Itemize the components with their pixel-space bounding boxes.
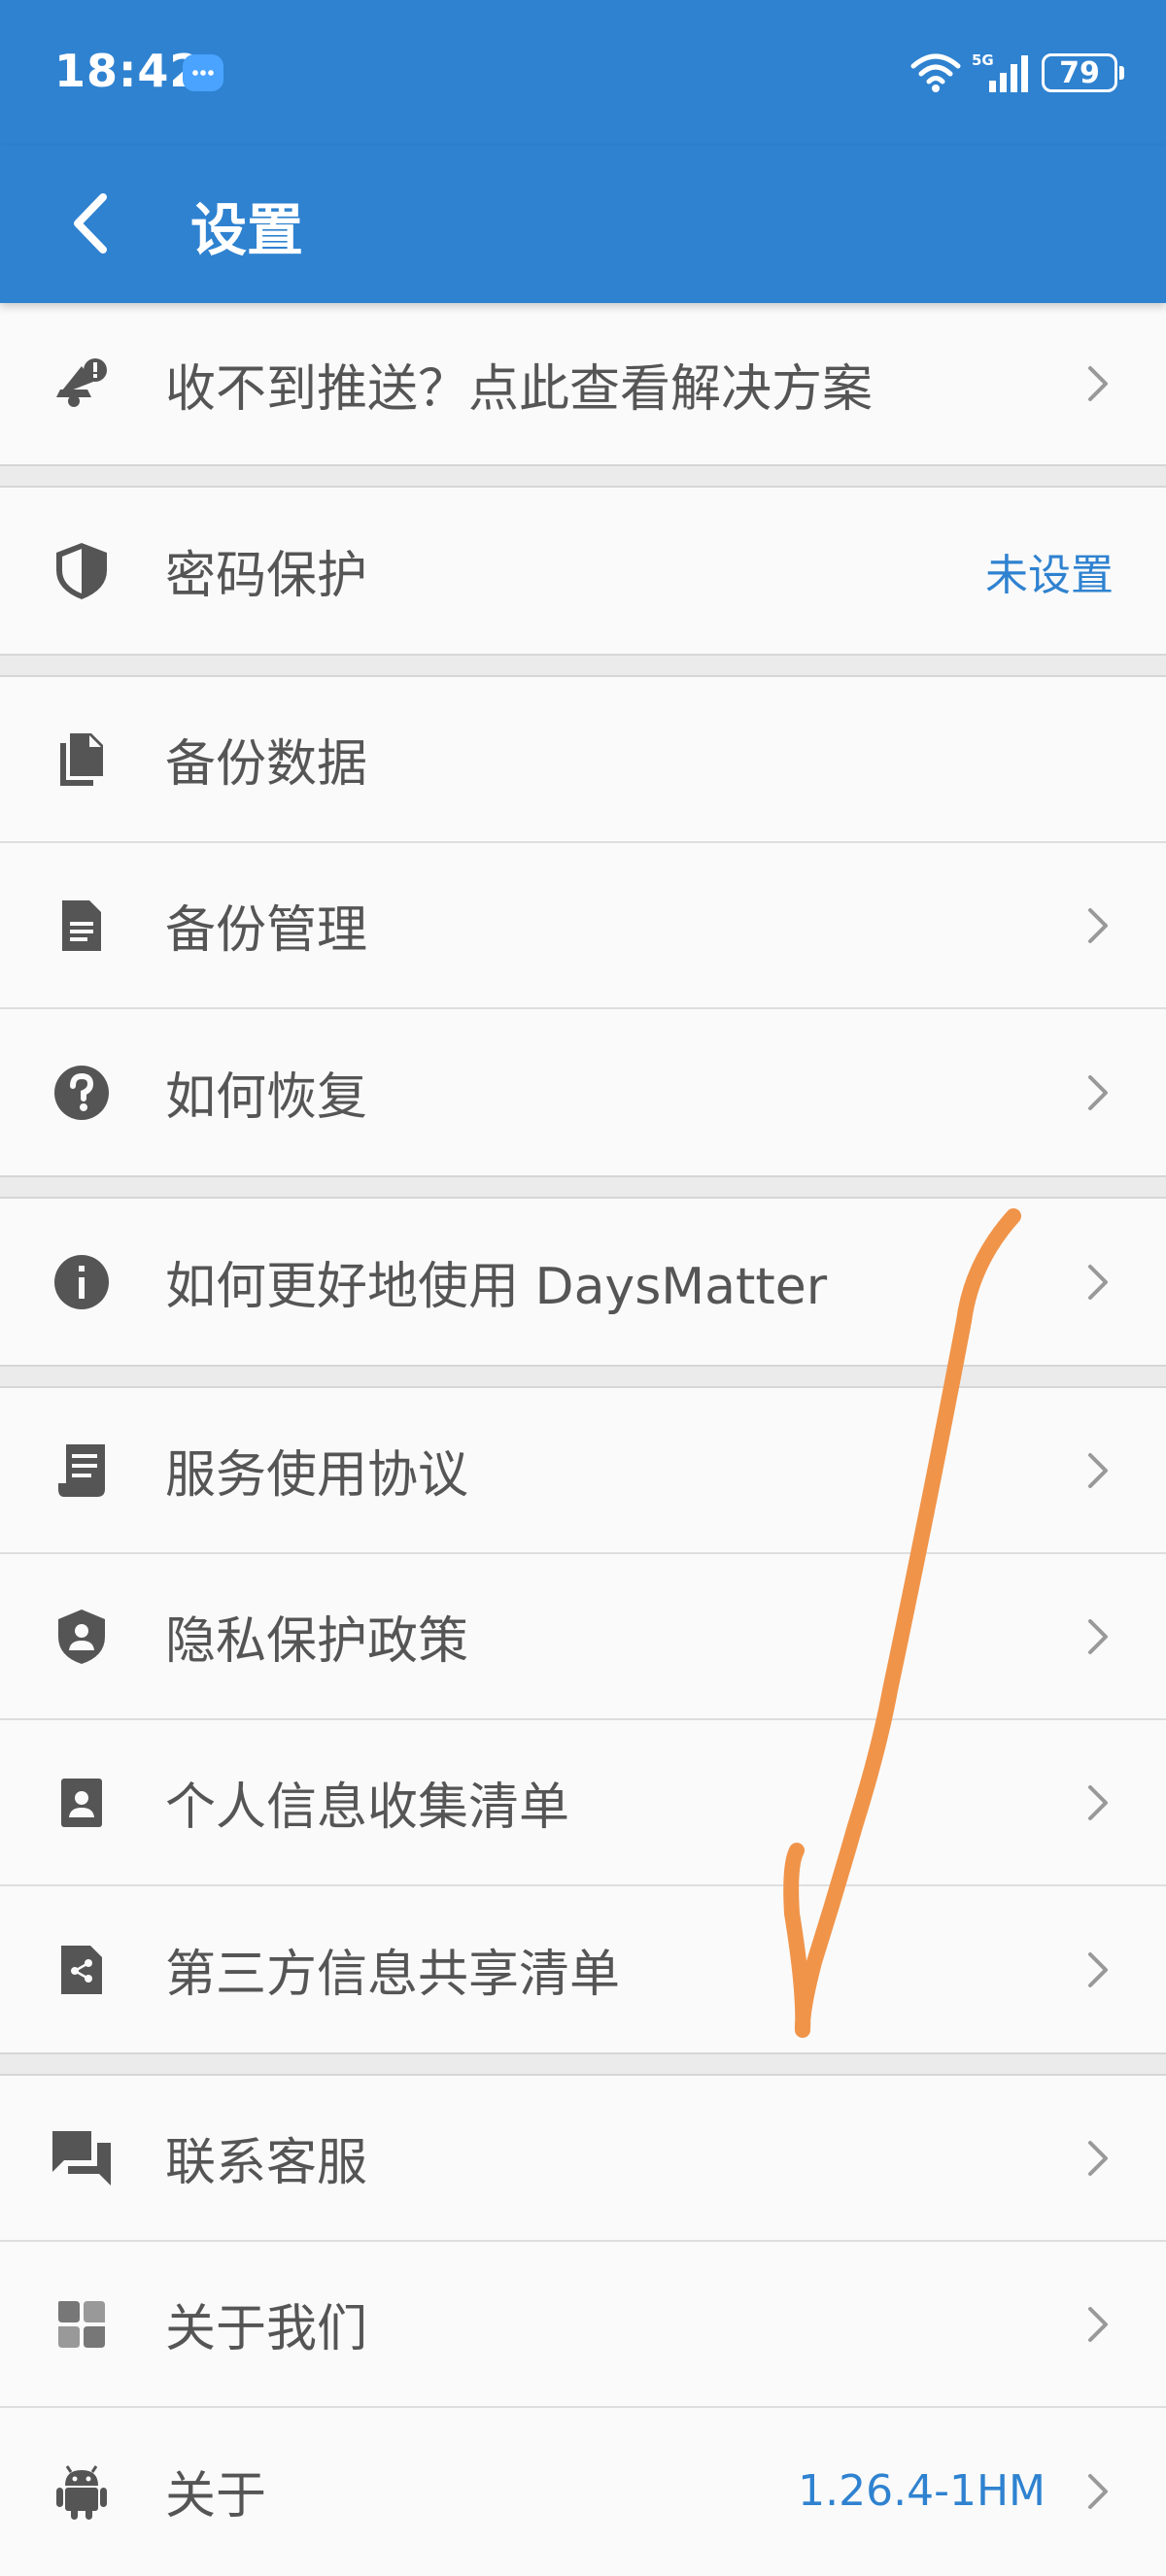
back-button[interactable] — [51, 175, 128, 272]
help-icon — [51, 1062, 113, 1124]
settings-group-push: 收不到推送？点此查看解决方案 — [0, 303, 1166, 464]
group-divider — [0, 1175, 1166, 1199]
battery-level: 79 — [1059, 55, 1100, 90]
chevron-right-icon — [1088, 366, 1108, 401]
settings-group-about: 联系客服 关于我们 关于 1.26.4-1HM — [0, 2076, 1166, 2574]
settings-item-label: 收不到推送？点此查看解决方案 — [165, 359, 874, 419]
app-version-value: 1.26.4-1HM — [798, 2466, 1046, 2516]
settings-item-label: 关于 — [165, 2467, 267, 2525]
settings-item-label: 密码保护 — [165, 547, 368, 605]
shield-icon — [51, 540, 113, 602]
settings-item-backup-manage[interactable]: 备份管理 — [0, 843, 1166, 1009]
info-icon — [51, 1251, 113, 1313]
settings-item-label: 个人信息收集清单 — [165, 1779, 570, 1837]
settings-item-privacy-policy[interactable]: 隐私保护政策 — [0, 1554, 1166, 1720]
group-divider — [0, 1365, 1166, 1388]
bell-alert-icon — [51, 353, 113, 415]
settings-item-label: 如何恢复 — [165, 1068, 368, 1127]
password-status-value: 未设置 — [985, 550, 1114, 600]
status-indicators: 5G 79 — [909, 49, 1124, 97]
settings-item-usage-guide[interactable]: 如何更好地使用 DaysMatter — [0, 1199, 1166, 1365]
share-icon — [51, 1939, 113, 2001]
settings-item-label: 备份管理 — [165, 901, 368, 960]
settings-item-label: 隐私保护政策 — [165, 1612, 469, 1671]
settings-list: 收不到推送？点此查看解决方案 密码保护 未设置 备份数据 备份管理 如何恢复 如… — [0, 303, 1166, 2574]
settings-item-label: 备份数据 — [165, 735, 368, 794]
document-icon — [51, 895, 113, 957]
settings-item-push-help[interactable]: 收不到推送？点此查看解决方案 — [0, 303, 1166, 464]
contact-card-icon — [51, 1772, 113, 1834]
settings-item-password[interactable]: 密码保护 未设置 — [0, 488, 1166, 654]
settings-item-label: 服务使用协议 — [165, 1446, 469, 1505]
settings-item-about[interactable]: 关于 1.26.4-1HM — [0, 2408, 1166, 2574]
settings-group-legal: 服务使用协议 隐私保护政策 个人信息收集清单 第三方信息共享清单 — [0, 1388, 1166, 2052]
settings-group-backup: 备份数据 备份管理 如何恢复 — [0, 677, 1166, 1175]
chat-icon — [51, 2127, 113, 2189]
chevron-right-icon — [1088, 2306, 1108, 2342]
group-divider — [0, 654, 1166, 677]
status-time: 18:42 — [54, 45, 202, 97]
app-bar: 设置 — [0, 146, 1166, 303]
settings-item-label: 第三方信息共享清单 — [165, 1946, 621, 2004]
receipt-icon — [51, 1440, 113, 1502]
settings-item-third-party-sharing[interactable]: 第三方信息共享清单 — [0, 1886, 1166, 2052]
chevron-right-icon — [1088, 1618, 1108, 1654]
settings-group-password: 密码保护 未设置 — [0, 488, 1166, 654]
settings-item-contact-support[interactable]: 联系客服 — [0, 2076, 1166, 2242]
back-arrow-icon — [74, 193, 107, 254]
shield-person-icon — [51, 1606, 113, 1668]
battery-indicator: 79 — [1042, 53, 1124, 92]
clover-icon — [51, 2293, 113, 2356]
settings-group-guide: 如何更好地使用 DaysMatter — [0, 1199, 1166, 1365]
settings-item-how-to-restore[interactable]: 如何恢复 — [0, 1009, 1166, 1175]
group-divider — [0, 464, 1166, 488]
chevron-right-icon — [1088, 1951, 1108, 1987]
settings-item-service-agreement[interactable]: 服务使用协议 — [0, 1388, 1166, 1554]
chevron-right-icon — [1088, 2140, 1108, 2176]
chevron-right-icon — [1088, 1074, 1108, 1110]
android-icon — [51, 2460, 113, 2523]
status-bar: 18:42 5G 79 — [0, 0, 1166, 146]
wifi-icon — [910, 53, 961, 92]
chevron-right-icon — [1088, 907, 1108, 943]
settings-item-about-us[interactable]: 关于我们 — [0, 2242, 1166, 2408]
copy-file-icon — [51, 729, 113, 791]
settings-item-label: 联系客服 — [165, 2134, 368, 2192]
chevron-right-icon — [1088, 1452, 1108, 1488]
settings-item-backup-data[interactable]: 备份数据 — [0, 677, 1166, 843]
page-title: 设置 — [190, 197, 304, 263]
group-divider — [0, 2052, 1166, 2076]
chevron-right-icon — [1088, 1784, 1108, 1820]
chevron-right-icon — [1088, 2473, 1108, 2509]
cellular-signal-icon: 5G — [972, 51, 1028, 92]
settings-item-personal-info-list[interactable]: 个人信息收集清单 — [0, 1720, 1166, 1886]
settings-item-label: 关于我们 — [165, 2300, 368, 2358]
settings-item-label: 如何更好地使用 DaysMatter — [165, 1258, 828, 1316]
chevron-right-icon — [1088, 1264, 1108, 1300]
message-notification-icon — [183, 54, 223, 91]
network-type-label: 5G — [972, 51, 994, 69]
